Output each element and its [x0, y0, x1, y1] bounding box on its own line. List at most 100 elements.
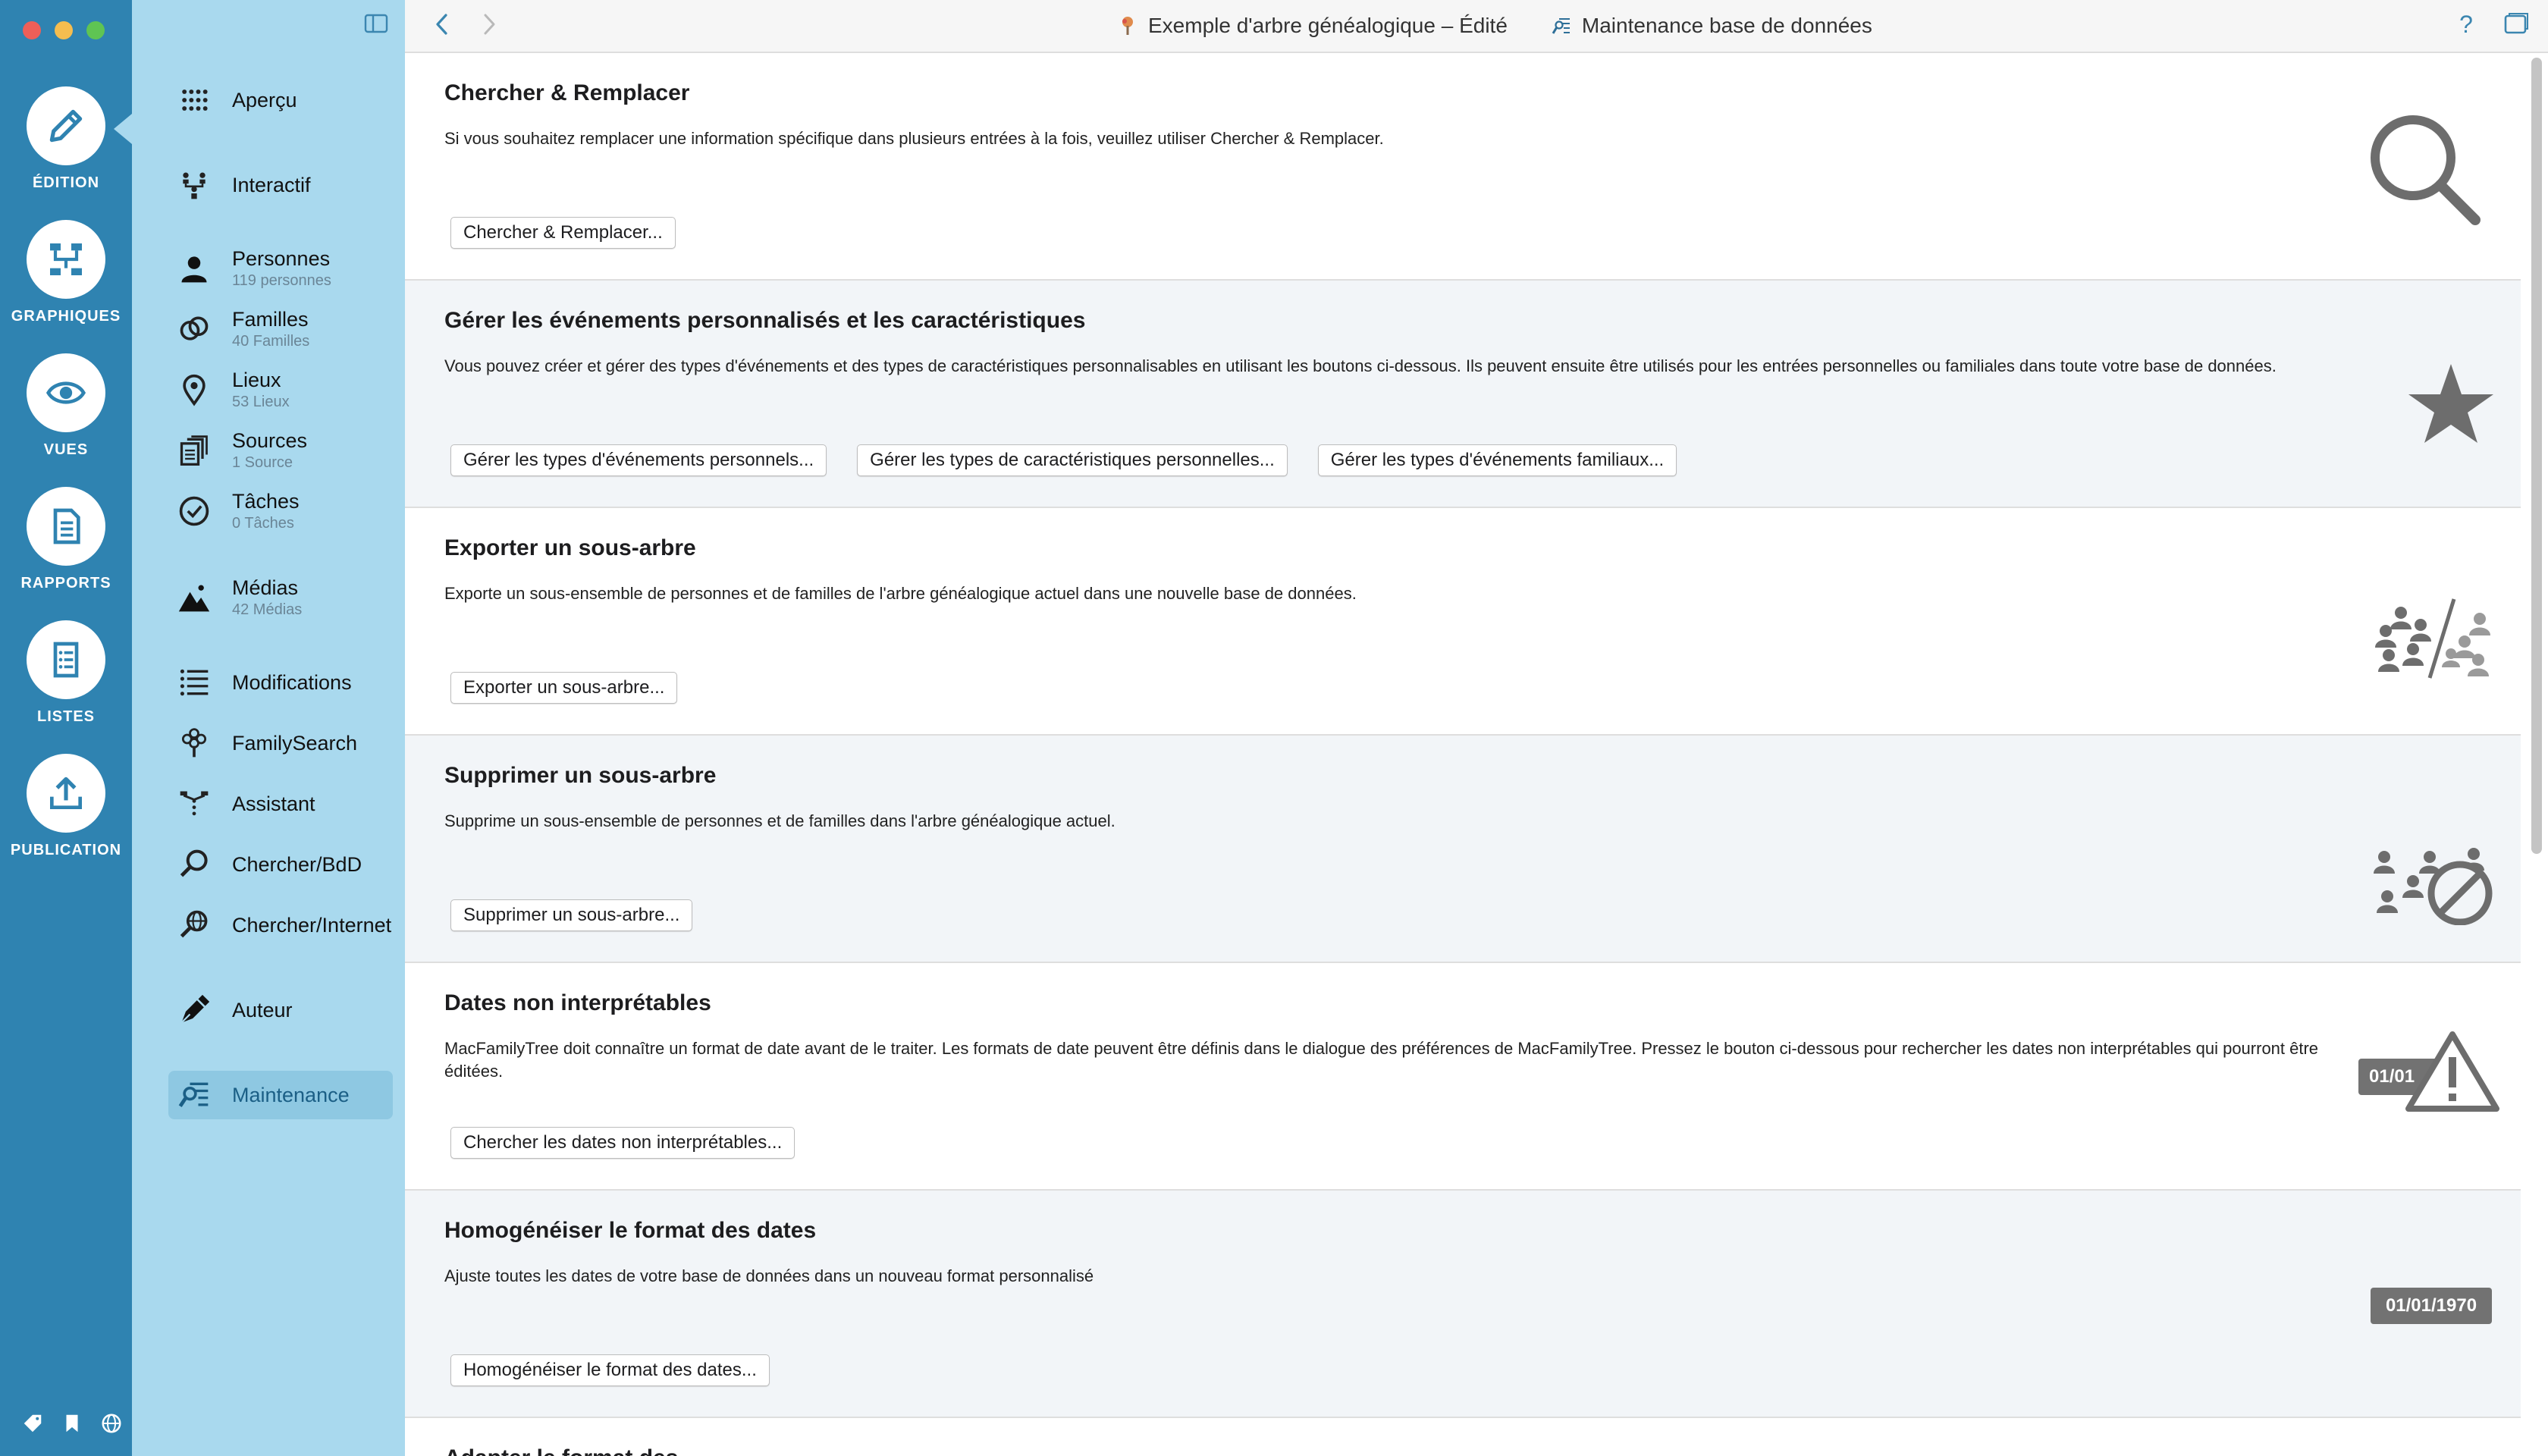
window-layout-icon[interactable]: [2502, 11, 2530, 38]
rail-label: VUES: [43, 441, 89, 458]
section-title: Supprimer un sous-arbre: [444, 763, 717, 788]
sidebar-item-medias[interactable]: Médias 42 Médias: [168, 573, 393, 622]
sidebar-item-familysearch[interactable]: FamilySearch: [168, 719, 393, 767]
sidebar-item-label: Auteur: [232, 998, 293, 1021]
manage-personal-fact-types-button[interactable]: Gérer les types de caractéristiques pers…: [857, 444, 1288, 476]
sidebar-item-lieux[interactable]: Lieux 53 Lieux: [168, 366, 393, 414]
rail-label: PUBLICATION: [10, 842, 122, 858]
document-title: Exemple d'arbre généalogique – Édité: [1148, 14, 1508, 37]
scrollbar-thumb[interactable]: [2531, 58, 2542, 854]
section-title: Exporter un sous-arbre: [444, 535, 696, 560]
find-unparsable-dates-button[interactable]: Chercher les dates non interprétables...: [450, 1127, 795, 1159]
normalize-dates-button[interactable]: Homogénéiser le format des dates...: [450, 1354, 770, 1386]
sidebar-item-label: Sources: [232, 429, 308, 452]
sidebar: Aperçu Interactif Personnes 119 personnes…: [132, 0, 405, 1456]
document-icon: [27, 487, 105, 566]
rail-item-publication[interactable]: PUBLICATION: [0, 754, 132, 875]
rail-label: GRAPHIQUES: [11, 308, 121, 325]
tag-icon[interactable]: [21, 1412, 44, 1435]
chart-icon: [27, 220, 105, 299]
person-icon: [174, 249, 214, 288]
family-tree-file-icon: [1122, 17, 1133, 35]
section-title: Chercher & Remplacer: [444, 80, 690, 105]
sidebar-item-personnes[interactable]: Personnes 119 personnes: [168, 244, 393, 293]
rail-item-graphiques[interactable]: GRAPHIQUES: [0, 220, 132, 341]
toolbar: Exemple d'arbre généalogique – Édité Mai…: [405, 0, 2548, 53]
warning-icon: [2405, 1031, 2499, 1112]
zoom-window-button[interactable]: [86, 21, 105, 39]
section-custom-events: Gérer les événements personnalisés et le…: [405, 281, 2521, 508]
sidebar-item-label: Tâches: [232, 490, 300, 513]
familysearch-tree-icon: [174, 723, 214, 763]
tree-people-icon: [174, 165, 214, 205]
section-description: Si vous souhaitez remplacer une informat…: [444, 129, 1384, 148]
close-window-button[interactable]: [23, 21, 41, 39]
section-search-replace: Chercher & Remplacer Si vous souhaitez r…: [405, 53, 2521, 281]
sidebar-item-label: Aperçu: [232, 88, 297, 111]
upload-icon: [27, 754, 105, 833]
sidebar-item-apercu[interactable]: Aperçu: [168, 76, 393, 124]
maintenance-icon: [174, 1075, 214, 1115]
search-replace-button[interactable]: Chercher & Remplacer...: [450, 217, 676, 249]
forward-button[interactable]: [476, 11, 500, 38]
check-circle-icon: [174, 491, 214, 531]
section-description: Supprime un sous-ensemble de personnes e…: [444, 811, 1116, 830]
section-title: Adapter le format des: [444, 1445, 678, 1456]
sidebar-toggle-icon[interactable]: [364, 14, 388, 33]
section-unparsable-dates: Dates non interprétables MacFamilyTree d…: [405, 963, 2521, 1191]
rail-label: ÉDITION: [32, 174, 100, 191]
globe-icon[interactable]: [100, 1412, 123, 1435]
sidebar-item-label: Chercher/Internet: [232, 913, 392, 937]
minimize-window-button[interactable]: [55, 21, 73, 39]
rail-label: LISTES: [36, 708, 95, 725]
sidebar-item-auteur[interactable]: Auteur: [168, 986, 393, 1034]
export-subtree-button[interactable]: Exporter un sous-arbre...: [450, 672, 678, 704]
manage-family-event-types-button[interactable]: Gérer les types d'événements familiaux..…: [1317, 444, 1677, 476]
sidebar-item-assistant[interactable]: Assistant: [168, 780, 393, 828]
rings-icon: [174, 309, 214, 349]
sidebar-item-label: Médias: [232, 576, 299, 599]
sidebar-item-maintenance[interactable]: Maintenance: [168, 1071, 393, 1119]
sidebar-item-label: FamilySearch: [232, 731, 358, 755]
rail-item-edition[interactable]: ÉDITION: [0, 86, 132, 208]
section-export-subtree: Exporter un sous-arbre Exporte un sous-e…: [405, 508, 2521, 736]
help-button[interactable]: ?: [2452, 11, 2480, 38]
sidebar-item-interactif[interactable]: Interactif: [168, 161, 393, 209]
pencil-icon: [27, 86, 105, 165]
section-title: Dates non interprétables: [444, 990, 711, 1015]
sidebar-item-label: Familles: [232, 308, 309, 331]
sidebar-item-count: 40 Familles: [232, 333, 310, 350]
rail-item-listes[interactable]: LISTES: [0, 620, 132, 742]
sidebar-item-label: Chercher/BdD: [232, 852, 362, 876]
sidebar-item-count: 42 Médias: [232, 601, 303, 618]
section-description: MacFamilyTree doit connaître un format d…: [444, 1039, 2319, 1081]
manage-personal-event-types-button[interactable]: Gérer les types d'événements personnels.…: [450, 444, 827, 476]
sidebar-item-modifications[interactable]: Modifications: [168, 658, 393, 707]
sidebar-item-label: Lieux: [232, 369, 281, 391]
page-title: Maintenance base de données: [1581, 14, 1872, 37]
sidebar-item-label: Personnes: [232, 247, 331, 270]
rail-item-vues[interactable]: VUES: [0, 353, 132, 475]
sidebar-item-label: Interactif: [232, 173, 311, 196]
scrollbar[interactable]: [2528, 58, 2545, 1453]
maintenance-icon: [1552, 18, 1570, 34]
sidebar-item-sources[interactable]: Sources 1 Source: [168, 426, 393, 475]
bookmark-icon[interactable]: [61, 1412, 83, 1435]
sidebar-item-chercher-bdd[interactable]: Chercher/BdD: [168, 840, 393, 889]
delete-subtree-button[interactable]: Supprimer un sous-arbre...: [450, 899, 693, 931]
sidebar-item-chercher-internet[interactable]: Chercher/Internet: [168, 901, 393, 949]
assistant-tree-icon: [174, 784, 214, 824]
sidebar-item-taches[interactable]: Tâches 0 Tâches: [168, 487, 393, 535]
back-button[interactable]: [431, 11, 455, 38]
pen-nib-icon: [174, 990, 214, 1030]
section-title: Gérer les événements personnalisés et le…: [444, 308, 1086, 333]
sidebar-item-count: 1 Source: [232, 454, 293, 471]
eye-icon: [27, 353, 105, 432]
sidebar-item-label: Modifications: [232, 670, 352, 694]
sidebar-item-familles[interactable]: Familles 40 Familles: [168, 305, 393, 353]
sidebar-item-count: 119 personnes: [232, 272, 331, 289]
rail-item-rapports[interactable]: RAPPORTS: [0, 487, 132, 608]
section-description: Exporte un sous-ensemble de personnes et…: [444, 584, 1357, 603]
date-badge: 01/01/1970: [2371, 1288, 2492, 1324]
grid-icon: [174, 80, 214, 120]
